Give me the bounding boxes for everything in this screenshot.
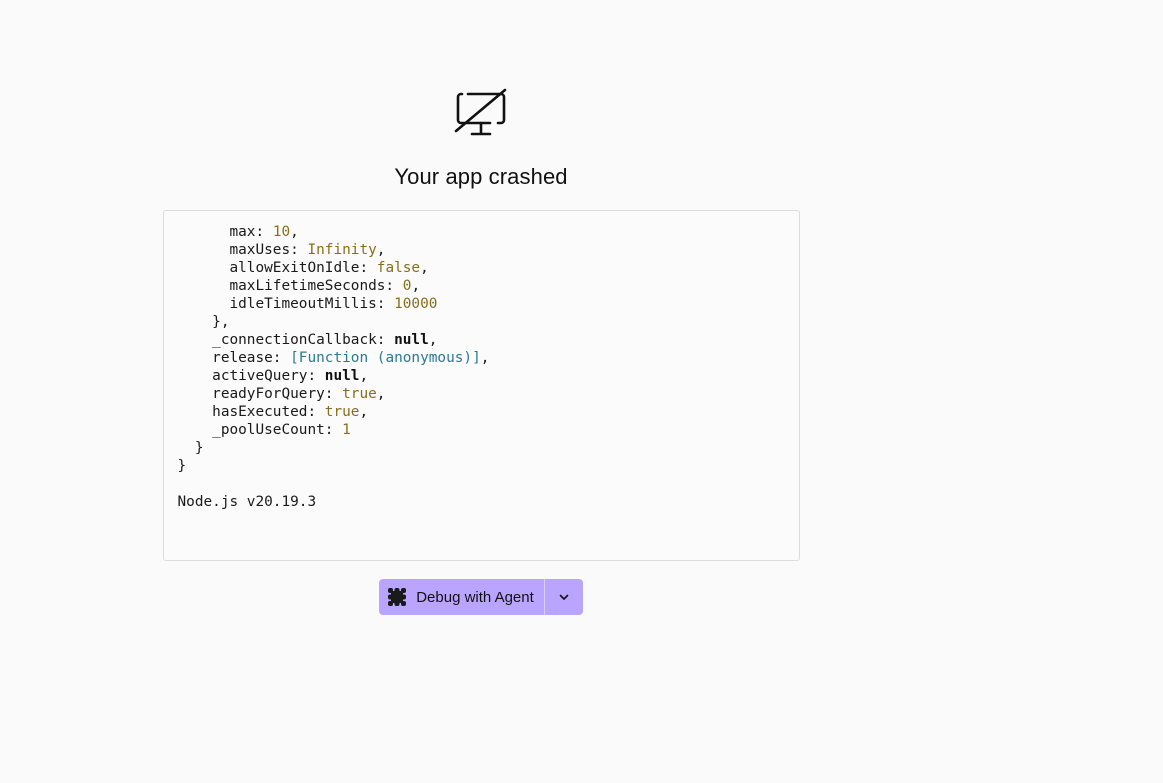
log-token: null: [394, 332, 429, 348]
log-token: },: [177, 314, 230, 330]
log-token: 1: [342, 422, 351, 438]
crash-screen: Your app crashed max: 10, maxUses: Infin…: [0, 0, 962, 615]
log-line: activeQuery: null,: [177, 368, 369, 384]
error-log-panel[interactable]: max: 10, maxUses: Infinity, allowExitOnI…: [162, 210, 800, 561]
log-token: hasExecuted:: [177, 404, 325, 420]
log-token: false: [376, 260, 421, 276]
log-token: true: [324, 404, 360, 420]
log-line: idleTimeoutMillis: 10000: [177, 296, 438, 312]
log-token: true: [342, 386, 377, 402]
log-token: _connectionCallback:: [177, 332, 395, 348]
log-line: max: 10,: [177, 224, 299, 240]
debug-options-dropdown[interactable]: [545, 579, 583, 615]
log-token: activeQuery:: [177, 368, 325, 384]
log-token: 10000: [394, 296, 438, 312]
log-line: hasExecuted: true,: [177, 404, 369, 420]
log-token: ,: [411, 278, 421, 294]
log-token: }: [177, 440, 204, 456]
log-line: allowExitOnIdle: false,: [177, 260, 429, 276]
log-token: ,: [428, 332, 438, 348]
log-token: idleTimeoutMillis:: [177, 296, 395, 312]
log-token: maxLifetimeSeconds:: [177, 278, 403, 294]
agent-icon: [388, 588, 407, 606]
log-token: 10: [272, 224, 291, 240]
log-token: }: [177, 458, 187, 474]
debug-button-group: Debug with Agent: [379, 579, 583, 615]
log-line: _poolUseCount: 1: [178, 422, 351, 438]
log-line: }: [178, 458, 187, 474]
log-token: Node.js v20.19.3: [177, 494, 317, 510]
log-token: ,: [420, 260, 429, 276]
log-token: _poolUseCount:: [177, 422, 343, 438]
log-line: maxLifetimeSeconds: 0,: [177, 278, 421, 294]
log-token: ,: [480, 350, 490, 366]
log-line: Node.js v20.19.3: [178, 494, 317, 510]
chevron-down-icon: [559, 594, 569, 600]
log-token: ,: [376, 242, 386, 258]
log-line: _connectionCallback: null,: [177, 332, 438, 348]
log-line: },: [177, 314, 230, 330]
log-token: null: [324, 368, 360, 384]
page-title: Your app crashed: [394, 164, 568, 189]
log-line: readyForQuery: true,: [177, 386, 386, 402]
log-token: [Function (anonymous)]: [290, 350, 481, 366]
log-token: readyForQuery:: [177, 386, 343, 402]
log-line: release: [Function (anonymous)],: [177, 350, 490, 366]
log-token: max:: [177, 224, 273, 240]
log-token: allowExitOnIdle:: [177, 260, 377, 276]
log-token: ,: [359, 368, 369, 384]
debug-with-agent-button[interactable]: Debug with Agent: [379, 579, 544, 615]
log-token: Infinity: [307, 242, 377, 258]
log-line: maxUses: Infinity,: [177, 242, 386, 258]
monitor-off-icon: [454, 88, 507, 136]
debug-button-label: Debug with Agent: [416, 588, 534, 606]
log-token: release:: [177, 350, 291, 366]
log-token: maxUses:: [177, 242, 308, 258]
log-token: ,: [376, 386, 386, 402]
log-token: ,: [359, 404, 369, 420]
log-token: ,: [290, 224, 299, 240]
error-log-text: max: 10, maxUses: Infinity, allowExitOnI…: [178, 223, 785, 511]
log-line: }: [178, 440, 204, 456]
